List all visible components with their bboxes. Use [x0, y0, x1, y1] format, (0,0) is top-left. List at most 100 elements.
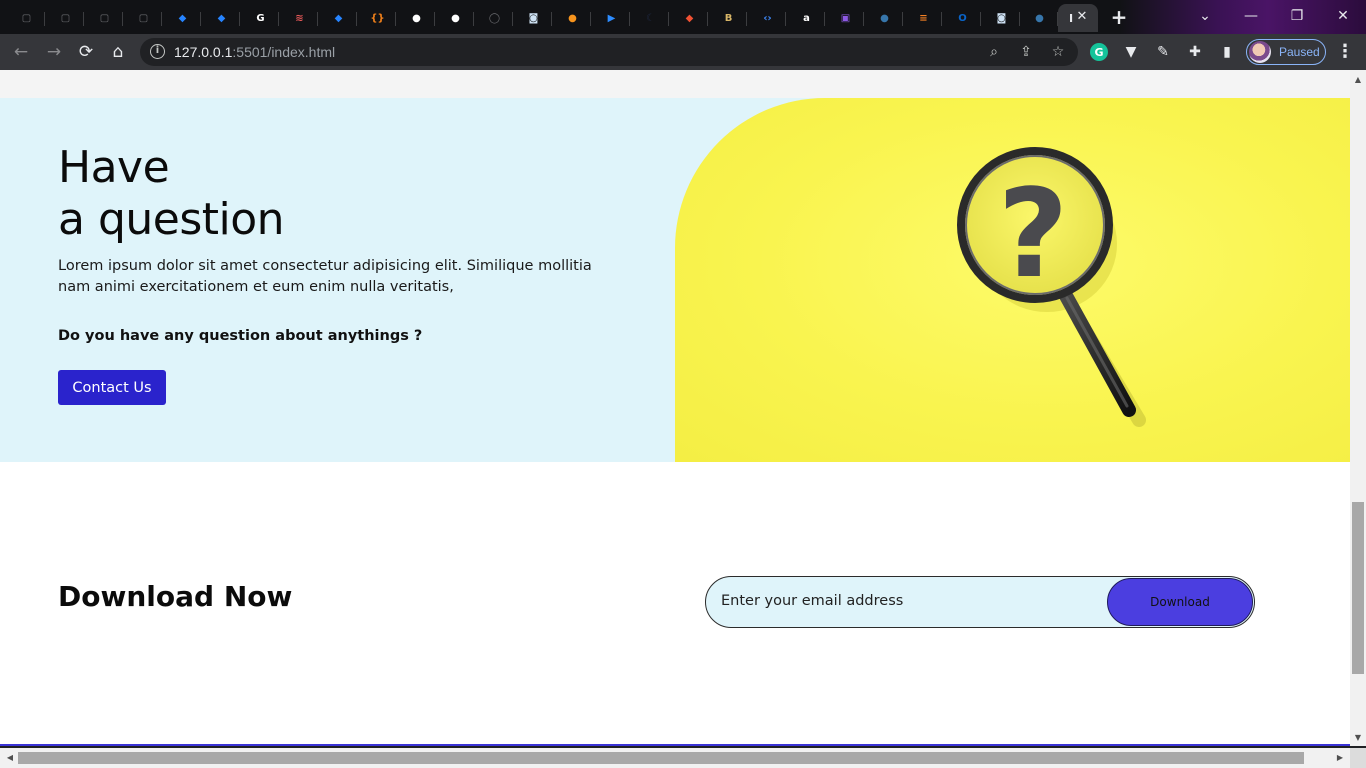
tab-separator [473, 12, 474, 26]
profile-status: Paused [1279, 45, 1320, 59]
address-bar[interactable]: i 127.0.0.1:5501/index.html ⌕ ⇪ ☆ [140, 38, 1078, 66]
email-input[interactable]: Enter your email address [721, 593, 903, 609]
scroll-left-arrow-icon[interactable]: ◀ [2, 750, 18, 766]
vertical-scrollbar[interactable]: ▲ ▼ [1350, 70, 1366, 746]
download-extension-icon[interactable]: ▼ [1122, 43, 1140, 61]
contact-us-button[interactable]: Contact Us [58, 370, 166, 405]
browser-tab[interactable]: ▢ [47, 4, 84, 32]
tab-separator [356, 12, 357, 26]
browser-tab[interactable]: ● [554, 4, 591, 32]
hero-title-line2: a question [58, 194, 285, 245]
browser-tab[interactable]: ▢ [125, 4, 162, 32]
download-button[interactable]: Download [1107, 578, 1253, 626]
scrollbar-corner [1350, 748, 1366, 768]
square-outline-icon: ▢ [138, 12, 149, 24]
magnifying-glass-question-icon: ? [957, 147, 1146, 427]
browser-tab[interactable]: ▢ [86, 4, 123, 32]
tab-separator [824, 12, 825, 26]
browser-tab[interactable]: ◆ [671, 4, 708, 32]
page-top-strip [0, 70, 1350, 98]
curly-braces-icon: {} [370, 12, 385, 24]
side-panel-icon[interactable]: ▮ [1218, 43, 1236, 61]
purple-box-icon: ▣ [840, 12, 851, 24]
browser-tab[interactable]: ◆ [164, 4, 201, 32]
download-title-bold: Download [58, 580, 215, 613]
browser-tab[interactable]: ◆ [203, 4, 240, 32]
tab-separator [863, 12, 864, 26]
bookmark-star-icon[interactable]: ☆ [1049, 43, 1067, 61]
vertical-scroll-thumb[interactable] [1352, 502, 1364, 674]
tab-separator [980, 12, 981, 26]
amazon-icon: a [803, 12, 810, 24]
jira-diamond-icon: ◆ [178, 12, 187, 24]
extensions-puzzle-icon[interactable]: ✚ [1186, 43, 1204, 61]
browser-tab[interactable]: ● [437, 4, 474, 32]
browser-tab[interactable]: ◙ [515, 4, 552, 32]
browser-tab[interactable]: a [788, 4, 825, 32]
minimize-button[interactable]: — [1228, 0, 1274, 32]
reload-icon[interactable]: ⟳ [74, 40, 98, 64]
browser-tab[interactable]: ▣ [827, 4, 864, 32]
horizontal-scrollbar[interactable]: ◀ ▶ [0, 748, 1350, 768]
outlook-icon: O [958, 12, 967, 24]
url-path: :5501/index.html [232, 44, 336, 60]
tab-separator [707, 12, 708, 26]
pen-extension-icon[interactable]: ✎ [1154, 43, 1172, 61]
scroll-down-arrow-icon[interactable]: ▼ [1350, 730, 1366, 746]
scroll-right-arrow-icon[interactable]: ▶ [1332, 750, 1348, 766]
download-title-rest: Now [223, 580, 293, 613]
stackoverflow-icon: ≡ [919, 12, 928, 24]
browser-tab[interactable]: ☾ [632, 4, 669, 32]
tab-separator [629, 12, 630, 26]
browser-tab[interactable]: {} [359, 4, 396, 32]
camera-icon: ◙ [996, 12, 1007, 24]
tab-separator [941, 12, 942, 26]
browser-tab[interactable]: ● [1021, 4, 1058, 32]
hero-description: Lorem ipsum dolor sit amet consectetur a… [58, 258, 592, 295]
share-icon[interactable]: ⇪ [1017, 43, 1035, 61]
browser-tab[interactable]: G [242, 4, 279, 32]
square-outline-icon: ▢ [21, 12, 32, 24]
browser-tab[interactable]: ◆ [320, 4, 357, 32]
browser-tab[interactable]: ● [866, 4, 903, 32]
google-icon: G [256, 12, 265, 24]
svg-text:?: ? [998, 163, 1069, 305]
profile-button[interactable]: Paused [1246, 39, 1326, 65]
tab-separator [434, 12, 435, 26]
site-info-icon[interactable]: i [150, 44, 165, 59]
tab-separator [1019, 12, 1020, 26]
url-host: 127.0.0.1 [174, 44, 233, 60]
horizontal-scroll-thumb[interactable] [18, 752, 1304, 764]
orange-circle-icon: ● [568, 12, 577, 24]
browser-tab[interactable]: ◙ [983, 4, 1020, 32]
forward-arrow-icon[interactable]: → [42, 40, 66, 64]
close-tab-icon[interactable]: ✕ [1074, 9, 1090, 25]
back-arrow-icon[interactable]: ← [9, 40, 33, 64]
grammarly-extension-icon[interactable]: G [1090, 43, 1108, 61]
zoom-icon[interactable]: ⌕ [985, 43, 1003, 61]
new-tab-button[interactable]: + [1106, 6, 1132, 28]
browser-tab[interactable]: ▢ [8, 4, 45, 32]
tab-separator [395, 12, 396, 26]
python-icon: ● [1035, 12, 1044, 24]
browser-tab[interactable]: O [944, 4, 981, 32]
scroll-up-arrow-icon[interactable]: ▲ [1350, 72, 1366, 88]
code-brackets-icon: ‹› [763, 12, 772, 24]
browser-menu-icon[interactable]: ⋮ [1336, 42, 1354, 62]
camera-icon: ◙ [528, 12, 539, 24]
browser-tab[interactable]: ≡ [905, 4, 942, 32]
browser-tab[interactable]: ‹› [749, 4, 786, 32]
browser-tab[interactable]: ▶ [593, 4, 630, 32]
download-title: Download Now [58, 580, 292, 613]
tab-separator [122, 12, 123, 26]
browser-tab[interactable]: ● [398, 4, 435, 32]
home-icon[interactable]: ⌂ [106, 40, 130, 64]
browser-tab[interactable]: ◯ [476, 4, 513, 32]
browser-tab[interactable]: ≋ [281, 4, 318, 32]
tab-search-chevron-icon[interactable]: ⌄ [1182, 0, 1228, 32]
close-window-button[interactable]: ✕ [1320, 0, 1366, 32]
url-text[interactable]: 127.0.0.1:5501/index.html [174, 44, 335, 60]
restore-button[interactable]: ❐ [1274, 0, 1320, 32]
browser-tab[interactable]: B [710, 4, 747, 32]
tab-separator [200, 12, 201, 26]
